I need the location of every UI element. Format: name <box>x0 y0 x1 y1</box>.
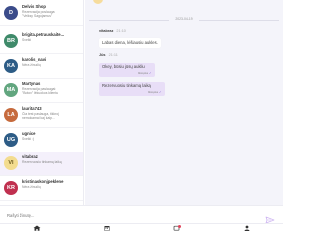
chat-panel: 2023-04-19 vitabraz 21:10 Labas diena, l… <box>85 0 283 205</box>
send-button[interactable] <box>265 211 275 224</box>
conversation-preview: Nėra žinučių <box>22 185 41 189</box>
nav-calendar[interactable] <box>103 225 111 231</box>
nav-profile[interactable] <box>243 225 251 231</box>
conversation-name: laurita743 <box>22 106 42 111</box>
message-text: Labas diena, lėšiausiu aukles. <box>102 40 158 45</box>
avatar: D <box>4 6 18 20</box>
message-sender: Jūs 21:11 <box>99 53 118 57</box>
sender-name: Jūs <box>99 53 106 57</box>
date-separator: 2023-04-19 <box>85 17 283 23</box>
conversation-name: brigita.petrauskaite... <box>22 32 65 37</box>
message-status: Išsiųsta✓ <box>137 71 152 75</box>
nav-home[interactable] <box>33 225 41 231</box>
message-time: 21:10 <box>116 29 126 33</box>
message-time: 21:11 <box>108 53 118 57</box>
check-icon: ✓ <box>159 90 162 94</box>
message-input[interactable] <box>3 209 261 221</box>
sender-name: vitabraz <box>99 29 114 33</box>
message-bubble: Labas diena, lėšiausiu aukles. <box>99 38 161 48</box>
conversation-preview: Sveiki :) <box>22 137 35 141</box>
conversation-preview: Sveiki <box>22 38 32 42</box>
avatar: BR <box>4 34 18 48</box>
avatar: MA <box>4 83 18 97</box>
divider <box>199 20 279 21</box>
conversation-name: ugnice <box>22 131 36 136</box>
conversation-name: vitabraz <box>22 154 38 159</box>
user-icon <box>244 225 250 231</box>
conversation-name: kristinaskonjpeklene <box>22 179 64 184</box>
avatar <box>93 0 103 4</box>
conversation-preview: Čia test paslauga, tikkroj nemokamai kaj… <box>22 112 59 121</box>
conversation-item[interactable]: UG ugnice Sveiki :) <box>0 129 83 153</box>
conversation-item[interactable]: D Delvis Shop Rezervacija poslauga: "Vei… <box>0 2 83 26</box>
message-text: Rezervuosiu tinkamą laiką <box>102 83 151 88</box>
message-bubble-own: Rezervuosiu tinkamą laiką Išsiųsta✓ <box>99 82 165 96</box>
conversation-name: Delvis Shop <box>22 4 46 9</box>
message-status: Išsiųsta✓ <box>147 90 162 94</box>
messenger-app: D Delvis Shop Rezervacija poslauga: "Vei… <box>0 0 283 231</box>
home-icon <box>33 225 41 231</box>
conversation-name: Martynas <box>22 81 41 86</box>
message-bubble-own: Okey, būsiu jūsų aukliu Išsiųsta✓ <box>99 63 155 77</box>
conversation-item[interactable]: KR kristinaskonjpeklene Nėra žinučių <box>0 177 83 201</box>
avatar: KR <box>4 181 18 195</box>
check-icon: ✓ <box>149 71 152 75</box>
conversation-name: karolis_navi <box>22 57 47 62</box>
conversation-item[interactable]: BR brigita.petrauskaite... Sveiki <box>0 30 83 54</box>
avatar: LA <box>4 108 18 122</box>
notification-badge <box>178 225 181 228</box>
date-label: 2023-04-19 <box>175 17 193 21</box>
conversation-list: D Delvis Shop Rezervacija poslauga: "Vei… <box>0 0 84 205</box>
conversation-preview: Rezervacija paslaugai: "Botox" lėkuokos … <box>22 87 59 96</box>
conversation-preview: Rezervuosiu tinkamą laiką <box>22 160 62 164</box>
avatar: UG <box>4 133 18 147</box>
conversation-item[interactable]: LA laurita743 Čia test paslauga, tikkroj… <box>0 104 83 128</box>
avatar: KA <box>4 59 18 73</box>
message-sender: vitabraz 21:10 <box>99 29 126 33</box>
message-text: Okey, būsiu jūsų aukliu <box>102 64 145 69</box>
divider <box>89 20 169 21</box>
nav-messages[interactable] <box>173 225 181 231</box>
calendar-icon <box>104 226 110 231</box>
bottom-navigation <box>0 223 283 231</box>
conversation-preview: Nėra žinučių <box>22 63 41 67</box>
message-composer <box>0 205 283 224</box>
conversation-item[interactable]: KA karolis_navi Nėra žinučių <box>0 55 83 79</box>
conversation-preview: Rezervacija poslauga: "Veiksy Sagojamus" <box>22 10 56 19</box>
conversation-item-active[interactable]: VI vitabraz Rezervuosiu tinkamą laiką <box>0 152 83 176</box>
avatar: VI <box>4 156 18 170</box>
conversation-item[interactable]: MA Martynas Rezervacija paslaugai: "Boto… <box>0 79 83 103</box>
